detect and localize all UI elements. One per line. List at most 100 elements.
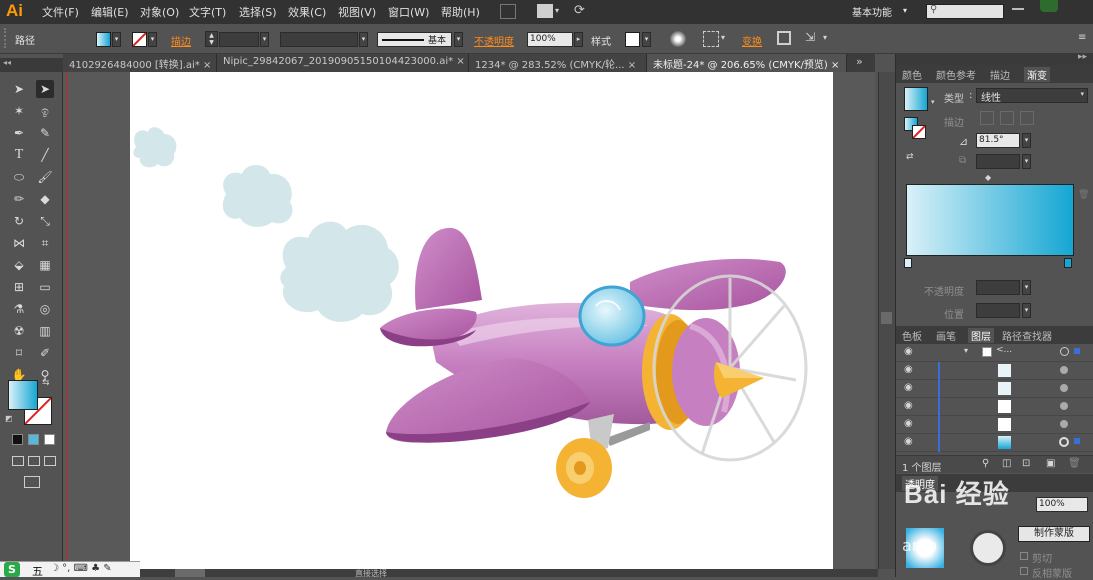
stop-position-dropdown-icon[interactable]: ▾	[1022, 303, 1031, 318]
zoom-field[interactable]	[175, 569, 205, 577]
free-transform-tool-icon[interactable]: ⌗	[36, 234, 54, 252]
target-icon[interactable]	[1060, 402, 1068, 410]
shape-mode-icon[interactable]: ⇲	[805, 30, 815, 44]
dock-collapse-icon[interactable]: ▸▸	[1078, 52, 1087, 62]
new-sublayer-icon[interactable]: ⊡	[1022, 458, 1030, 469]
sogou-ime-icon[interactable]: S	[4, 562, 20, 577]
draw-normal-icon[interactable]	[12, 456, 24, 466]
tab-close-icon[interactable]: ×	[203, 60, 211, 71]
vertical-scrollbar[interactable]	[878, 72, 895, 569]
stop-position-field[interactable]	[976, 303, 1020, 318]
mesh-tool-icon[interactable]: ⊞	[10, 278, 28, 296]
visibility-eye-icon[interactable]: ◉	[904, 346, 913, 357]
variable-width-profile[interactable]	[280, 32, 358, 47]
delete-stop-icon[interactable]: 🗑	[1078, 190, 1089, 200]
aspect-dropdown-icon[interactable]: ▾	[1022, 154, 1031, 169]
aspect-ratio-field[interactable]	[976, 154, 1020, 169]
stroke-within-icon[interactable]	[980, 111, 994, 125]
invert-mask-checkbox[interactable]	[1020, 567, 1028, 575]
gradient-stop-right[interactable]	[1064, 258, 1072, 268]
ellipse-tool-icon[interactable]: ⬭	[10, 168, 28, 186]
visibility-eye-icon[interactable]: ◉	[904, 418, 913, 429]
transform-label[interactable]: 变换	[742, 33, 762, 48]
draw-behind-icon[interactable]	[28, 456, 40, 466]
rotate-tool-icon[interactable]: ↻	[10, 212, 28, 230]
gradient-tool-icon[interactable]: ▭	[36, 278, 54, 296]
eyedropper-tool-icon[interactable]: ⚗	[10, 300, 28, 318]
layer-row[interactable]: ◉	[896, 434, 1093, 452]
delete-layer-icon[interactable]: 🗑	[1068, 458, 1081, 469]
stop-opacity-dropdown-icon[interactable]: ▾	[1022, 280, 1031, 295]
search-field[interactable]: ⚲	[926, 4, 1004, 19]
shape-builder-tool-icon[interactable]: ⬙	[10, 256, 28, 274]
artboard-tool-icon[interactable]: ⌑	[10, 344, 28, 362]
target-icon[interactable]	[1060, 384, 1068, 392]
graphic-style-swatch[interactable]	[625, 32, 640, 47]
fill-dropdown-icon[interactable]: ▾	[112, 32, 121, 47]
tab-document-1[interactable]: 4102926484000 [转换].ai* ×	[63, 54, 217, 72]
opacity-label[interactable]: 不透明度	[474, 33, 514, 48]
default-colors-icon[interactable]: ◩	[5, 414, 13, 423]
eraser-tool-icon[interactable]: ◆	[36, 190, 54, 208]
draw-inside-icon[interactable]	[44, 456, 56, 466]
angle-field[interactable]: 81.5°	[976, 133, 1020, 148]
tab-document-3[interactable]: 1234* @ 283.52% (CMYK/轮... ×	[469, 54, 647, 72]
fill-swatch[interactable]	[96, 32, 111, 47]
width-tool-icon[interactable]: ⋈	[10, 234, 28, 252]
color-mode-icon[interactable]	[12, 434, 23, 445]
workspace-switcher[interactable]: 基本功能	[852, 4, 892, 19]
toolbox-collapse-icon[interactable]: ◂◂	[3, 58, 11, 67]
magic-wand-tool-icon[interactable]: ✶	[10, 102, 28, 120]
target-icon[interactable]	[1060, 366, 1068, 374]
type-tool-icon[interactable]: T	[10, 146, 28, 164]
tab-brushes[interactable]: 画笔	[936, 328, 956, 343]
artboard[interactable]	[130, 72, 833, 569]
arrange-dropdown-icon[interactable]: ▾	[555, 6, 559, 15]
menu-type[interactable]: 文字(T)	[189, 4, 226, 20]
transparency-opacity-field[interactable]: 100%	[1036, 497, 1088, 512]
tab-swatches[interactable]: 色板	[902, 328, 922, 343]
stroke-weight-stepper[interactable]: ▲ ▼	[205, 31, 218, 47]
tab-color[interactable]: 颜色	[902, 67, 922, 82]
reverse-gradient-icon[interactable]: ⇄	[906, 152, 914, 162]
arrange-documents-icon[interactable]	[537, 4, 553, 18]
direct-selection-tool-icon[interactable]: ➤	[36, 80, 54, 98]
style-dropdown-icon[interactable]: ▾	[642, 32, 651, 47]
stroke-label[interactable]: 描边	[171, 33, 191, 48]
slice-tool-icon[interactable]: ✐	[36, 344, 54, 362]
bridge-icon[interactable]	[500, 4, 516, 19]
tab-gradient[interactable]: 渐变	[1024, 67, 1050, 82]
swap-colors-icon[interactable]: ⇆	[42, 378, 50, 388]
tab-close-icon[interactable]: ×	[456, 56, 464, 67]
restore-icon[interactable]	[1040, 0, 1058, 12]
tab-close-icon[interactable]: ×	[628, 60, 636, 71]
tab-stroke[interactable]: 描边	[990, 67, 1010, 82]
scale-tool-icon[interactable]: ⤡	[36, 212, 54, 230]
layer-row[interactable]: ◉	[896, 398, 1093, 416]
pen-tool-icon[interactable]: ✒	[10, 124, 28, 142]
menu-effect[interactable]: 效果(C)	[288, 4, 326, 20]
stroke-along-icon[interactable]	[1000, 111, 1014, 125]
clip-checkbox[interactable]	[1020, 552, 1028, 560]
blend-tool-icon[interactable]: ◎	[36, 300, 54, 318]
brush-dropdown-icon[interactable]: ▾	[454, 32, 463, 47]
gradient-type-select[interactable]: 线性 ▾	[976, 88, 1088, 104]
layer-row[interactable]: ◉	[896, 416, 1093, 434]
profile-dropdown-icon[interactable]: ▾	[359, 32, 368, 47]
tab-layers[interactable]: 图层	[968, 328, 994, 343]
recolor-artwork-icon[interactable]	[670, 31, 686, 47]
graph-tool-icon[interactable]: ▥	[36, 322, 54, 340]
stroke-weight-field[interactable]	[219, 32, 259, 47]
panel-menu-icon[interactable]: ≡	[1078, 32, 1086, 43]
make-clipping-mask-icon[interactable]: ◫	[1002, 458, 1011, 469]
menu-file[interactable]: 文件(F)	[42, 4, 79, 20]
tab-document-active[interactable]: 未标题-24* @ 206.65% (CMYK/预览) ×	[647, 54, 847, 72]
pencil-tool-icon[interactable]: ✏	[10, 190, 28, 208]
airplane-artwork[interactable]	[130, 72, 833, 569]
menu-window[interactable]: 窗口(W)	[388, 4, 429, 20]
paintbrush-tool-icon[interactable]: 🖌	[36, 168, 54, 186]
menu-view[interactable]: 视图(V)	[338, 4, 376, 20]
fill-color-box-front[interactable]	[8, 380, 38, 410]
angle-dropdown-icon[interactable]: ▾	[1022, 133, 1031, 148]
gradient-preset-dropdown-icon[interactable]: ▾	[931, 98, 935, 106]
